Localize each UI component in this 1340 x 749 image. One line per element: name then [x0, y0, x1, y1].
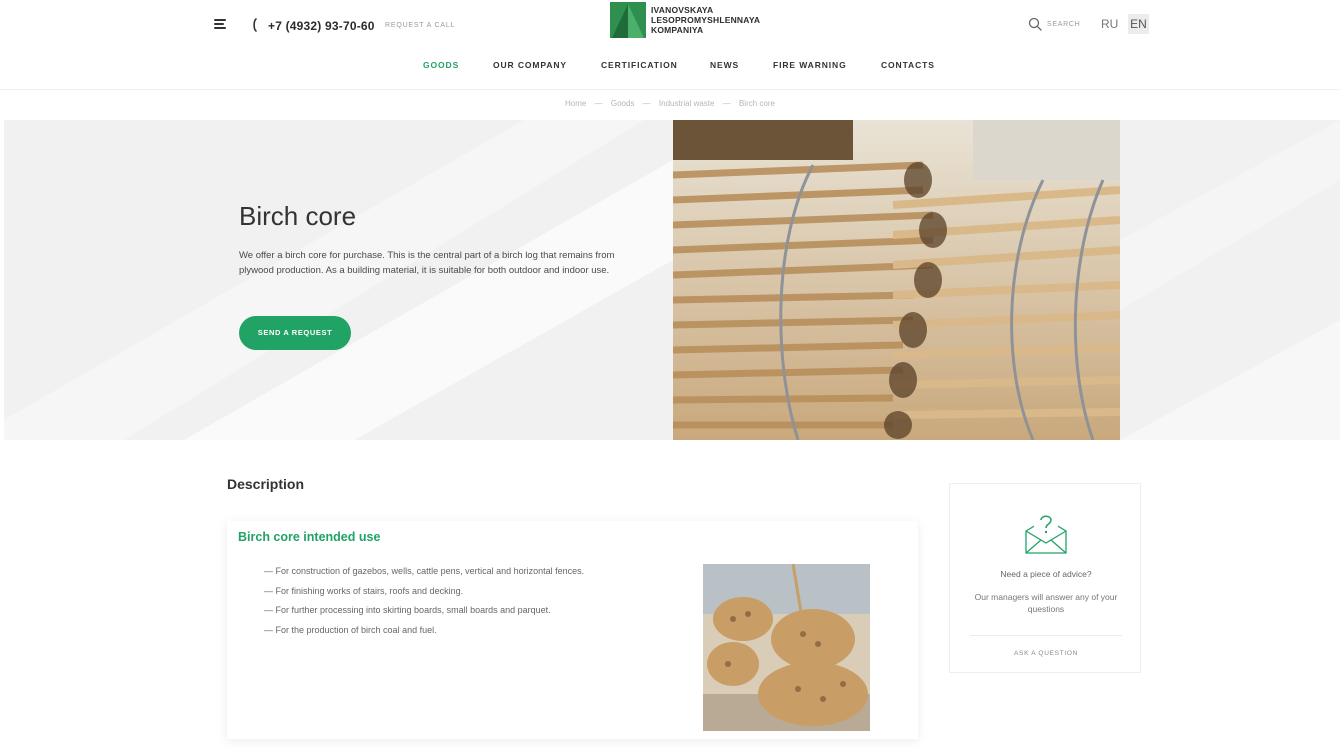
advice-text: Our managers will answer any of your que…: [974, 592, 1118, 614]
breadcrumb-goods[interactable]: Goods: [611, 99, 635, 108]
list-item: — For finishing works of stairs, roofs a…: [264, 585, 464, 596]
nav-item-certification[interactable]: CERTIFICATION: [601, 60, 678, 70]
menu-icon[interactable]: [214, 19, 228, 31]
envelope-question-icon: [1025, 513, 1067, 554]
hero-description: We offer a birch core for purchase. This…: [239, 250, 615, 276]
nav-item-our-company[interactable]: OUR COMPANY: [493, 60, 567, 70]
nav-item-fire-warning[interactable]: FIRE WARNING: [773, 60, 847, 70]
request-call-link[interactable]: REQUEST A CALL: [385, 22, 455, 29]
logo-mark-icon: [610, 2, 646, 38]
nav-item-contacts[interactable]: CONTACTS: [881, 60, 935, 70]
breadcrumb-separator: —: [594, 99, 603, 108]
phone-icon: [253, 18, 257, 32]
hero-background-decoration: [4, 120, 1340, 440]
breadcrumb-home[interactable]: Home: [565, 99, 586, 108]
lang-ru-button[interactable]: RU: [1101, 17, 1118, 31]
breadcrumb-industrial-waste[interactable]: Industrial waste: [659, 99, 715, 108]
search-icon[interactable]: [1028, 17, 1042, 31]
main-nav: GOODS OUR COMPANY CERTIFICATION NEWS FIR…: [0, 58, 1340, 74]
search-label[interactable]: SEARCH: [1047, 21, 1080, 28]
phone-number[interactable]: +7 (4932) 93-70-60: [268, 19, 375, 33]
breadcrumb: Home — Goods — Industrial waste — Birch …: [0, 99, 1340, 108]
logo[interactable]: IVANOVSKAYA LESOPROMYSHLENNAYA KOMPANIYA: [610, 2, 786, 38]
list-item: — For construction of gazebos, wells, ca…: [264, 566, 585, 576]
nav-item-goods[interactable]: GOODS: [423, 60, 459, 70]
header: +7 (4932) 93-70-60 REQUEST A CALL IVANOV…: [0, 0, 1340, 50]
nav-item-news[interactable]: NEWS: [710, 60, 739, 70]
list-item: — For the production of birch coal and f…: [264, 624, 437, 635]
ask-question-link[interactable]: ASK A QUESTION: [950, 650, 1142, 657]
nav-divider: [0, 89, 1340, 90]
intended-use-list: — For construction of gazebos, wells, ca…: [264, 566, 584, 644]
breadcrumb-current: Birch core: [738, 99, 775, 108]
card-title: Birch core intended use: [238, 530, 381, 544]
hero-image-birch-logs: [673, 120, 1120, 440]
advice-box: Need a piece of advice? Our managers wil…: [949, 483, 1141, 673]
logo-text: IVANOVSKAYA LESOPROMYSHLENNAYA KOMPANIYA: [651, 5, 761, 35]
description-heading: Description: [227, 476, 305, 492]
breadcrumb-separator: —: [722, 99, 731, 108]
advice-title: Need a piece of advice?: [1000, 569, 1092, 579]
lang-en-button[interactable]: EN: [1128, 14, 1149, 34]
description-card: Birch core intended use — For constructi…: [227, 521, 918, 739]
send-request-button[interactable]: SEND A REQUEST: [239, 316, 351, 350]
advice-divider: [970, 635, 1122, 636]
page-title: Birch core: [239, 201, 357, 231]
list-item: — For further processing into skirting b…: [264, 605, 551, 615]
breadcrumb-separator: —: [642, 99, 651, 108]
hero-section: Birch core We offer a birch core for pur…: [4, 120, 1340, 440]
card-image-log-stacks: [703, 564, 870, 731]
